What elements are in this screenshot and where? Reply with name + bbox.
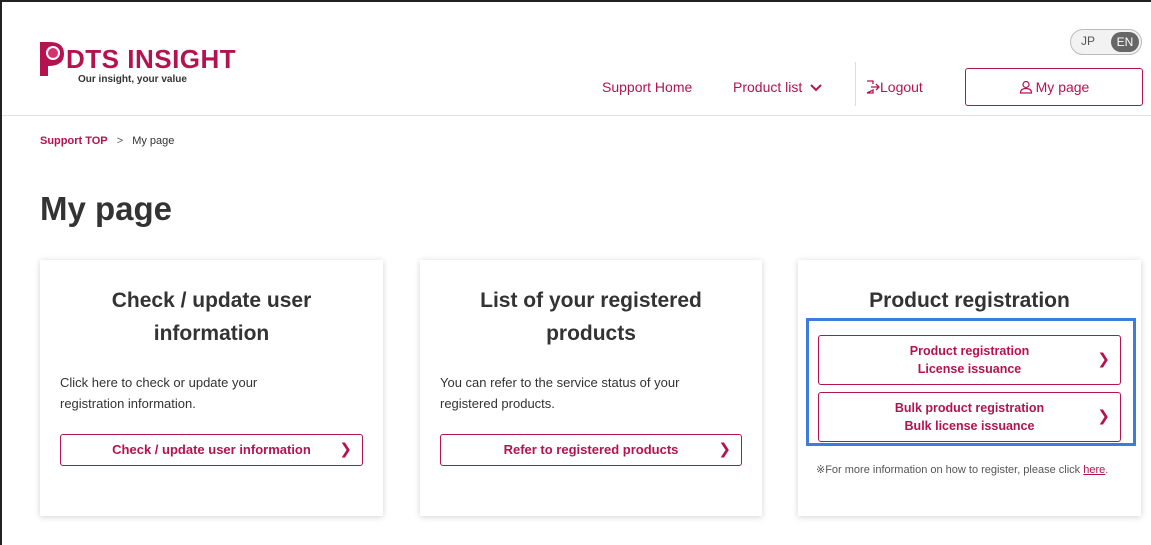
nav-logout-label: Logout <box>880 79 923 95</box>
nav-product-list-label: Product list <box>733 79 803 95</box>
lang-jp-option[interactable]: JP <box>1081 34 1095 48</box>
registered-products-card-description: You can refer to the service status of y… <box>440 375 680 411</box>
logout-icon <box>866 80 880 94</box>
site-header: DTS INSIGHT Our insight, your value JP E… <box>2 2 1151 116</box>
chevron-down-icon <box>810 84 822 92</box>
check-update-user-info-button[interactable]: Check / update user information ❯ <box>60 434 363 466</box>
registered-products-card-title: List of your registered products <box>480 289 702 345</box>
registration-help-suffix: . <box>1105 464 1109 476</box>
page-title: My page <box>40 190 173 227</box>
refer-registered-products-label: Refer to registered products <box>503 442 679 457</box>
my-page-button-label: My page <box>1035 79 1090 95</box>
breadcrumb-current: My page <box>132 135 175 147</box>
registration-help-note: ※For more information on how to register… <box>816 461 1116 479</box>
logo-mark-icon <box>40 42 64 76</box>
brand-tagline: Our insight, your value <box>78 74 187 85</box>
language-toggle[interactable]: JP EN <box>1070 29 1142 55</box>
registration-help-text: ※For more information on how to register… <box>816 464 1084 476</box>
registered-products-card: List of your registered products You can… <box>420 260 762 516</box>
chevron-right-icon: ❯ <box>718 441 731 458</box>
brand-name: DTS INSIGHT <box>66 44 237 74</box>
breadcrumb-support-top[interactable]: Support TOP <box>40 135 108 147</box>
nav-product-list[interactable]: Product list <box>733 79 822 95</box>
refer-registered-products-button[interactable]: Refer to registered products ❯ <box>440 434 742 466</box>
check-update-user-info-label: Check / update user information <box>112 442 311 457</box>
nav-support-home[interactable]: Support Home <box>602 79 692 95</box>
user-icon <box>1019 80 1032 94</box>
chevron-right-icon: ❯ <box>339 441 352 458</box>
breadcrumb-separator: > <box>116 135 124 147</box>
breadcrumb: Support TOP > My page <box>40 135 174 147</box>
my-page-button[interactable]: My page <box>965 68 1143 106</box>
product-registration-card-title: Product registration <box>869 289 1070 312</box>
registration-highlight-box <box>806 318 1136 446</box>
nav-logout[interactable]: Logout <box>866 79 923 95</box>
nav-divider <box>855 62 856 106</box>
user-info-card-description: Click here to check or update your regis… <box>60 375 258 411</box>
registration-help-link[interactable]: here <box>1083 464 1105 476</box>
user-info-card-title: Check / update user information <box>111 289 312 345</box>
user-info-card: Check / update user information Click he… <box>40 260 383 516</box>
lang-en-option[interactable]: EN <box>1111 32 1139 52</box>
